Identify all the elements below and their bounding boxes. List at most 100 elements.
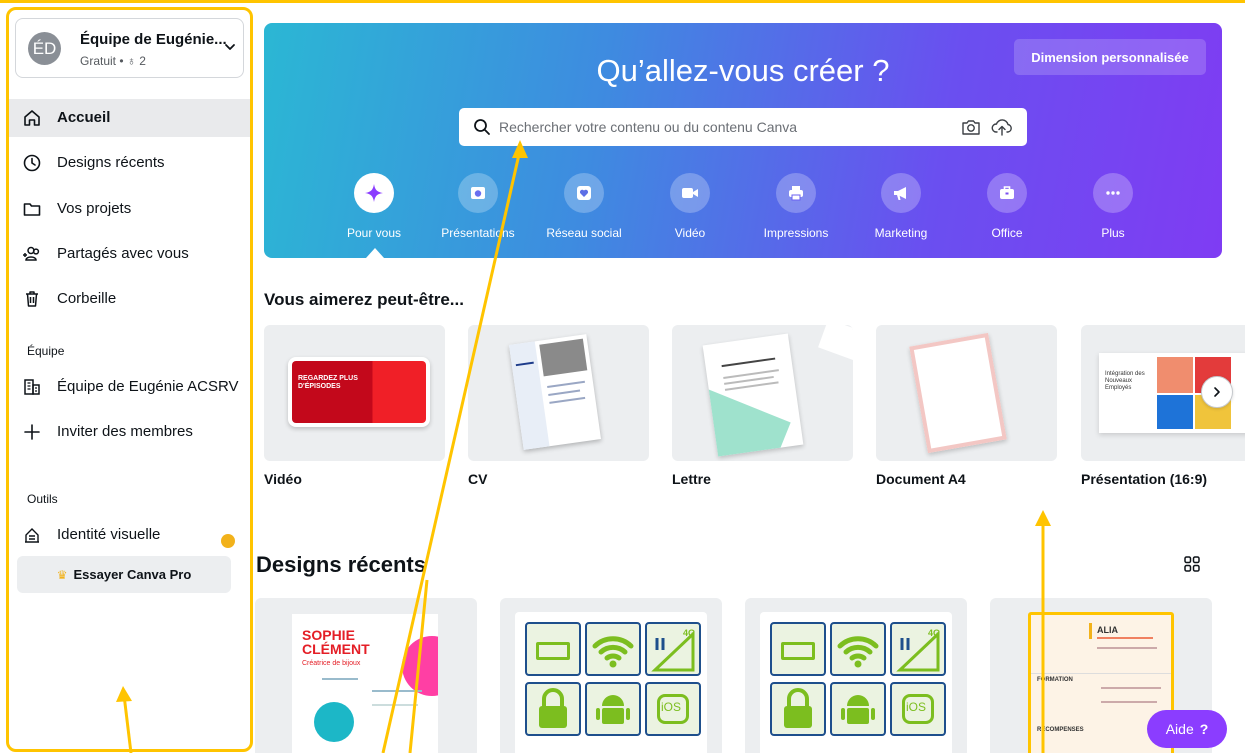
category-label: Pour vous <box>346 226 402 240</box>
team-name: Équipe de Eugénie... <box>80 31 227 48</box>
category-print[interactable]: Impressions <box>748 173 844 240</box>
suggestion-label: CV <box>468 471 488 487</box>
sidebar-item-brand-kit[interactable]: Identité visuelle <box>9 516 250 554</box>
android-icon <box>841 695 875 724</box>
megaphone-icon <box>894 187 906 200</box>
more-dots-icon <box>1106 191 1120 195</box>
building-icon <box>24 379 40 395</box>
search-icon <box>474 119 490 135</box>
suggestion-card-cv[interactable] <box>468 325 649 461</box>
custom-size-button[interactable]: Dimension personnalisée <box>1014 39 1206 75</box>
letter-thumbnail <box>702 333 804 457</box>
sidebar-item-home[interactable]: Accueil <box>9 99 250 137</box>
a4-thumbnail <box>909 332 1007 454</box>
category-marketing[interactable]: Marketing <box>853 173 949 240</box>
category-label: Plus <box>1101 226 1125 240</box>
home-icon <box>24 110 40 126</box>
briefcase-icon <box>1000 186 1014 199</box>
upload-cloud-icon[interactable] <box>991 117 1013 137</box>
video-thumb-text: REGARDEZ PLUS D'ÉPISODES <box>298 375 358 390</box>
cv-design-name: SOPHIE CLÉMENT <box>302 627 370 657</box>
try-pro-button[interactable]: ♛ Essayer Canva Pro <box>17 556 231 593</box>
icons-design-thumbnail: 4G iOS <box>760 612 952 753</box>
team-plan: Gratuit • ♁ 2 <box>80 54 146 68</box>
category-label: Marketing <box>874 226 928 240</box>
sparkle-icon <box>365 184 383 202</box>
category-label: Réseau social <box>546 226 622 240</box>
try-pro-label: Essayer Canva Pro <box>73 567 192 582</box>
category-for-you[interactable]: Pour vous <box>326 173 422 240</box>
sidebar-item-label: Designs récents <box>57 154 165 171</box>
suggestion-card-video[interactable]: REGARDEZ PLUS D'ÉPISODES <box>264 325 445 461</box>
next-carousel-button[interactable] <box>1201 376 1233 408</box>
android-icon <box>596 695 630 724</box>
cv-design-role: Créatrice de bijoux <box>302 660 361 667</box>
sidebar: ÉD Équipe de Eugénie... Gratuit • ♁ 2 Ac… <box>6 7 253 752</box>
team-section-title: Équipe <box>27 344 65 358</box>
sidebar-item-recent[interactable]: Designs récents <box>9 144 250 182</box>
cv-thumbnail <box>509 334 601 450</box>
resume-design-name: ALIA <box>1097 625 1118 635</box>
presentation-icon <box>471 187 485 199</box>
lock-icon <box>784 688 812 728</box>
sidebar-item-trash[interactable]: Corbeille <box>9 280 250 318</box>
sidebar-item-label: Accueil <box>57 109 111 126</box>
team-avatar: ÉD <box>28 32 61 65</box>
folder-icon <box>23 203 41 216</box>
recent-design-icons-1[interactable]: 4G iOS <box>500 598 722 753</box>
suggestion-label: Document A4 <box>876 471 966 487</box>
icons-design-thumbnail: 4G iOS <box>515 612 707 753</box>
sidebar-item-label: Partagés avec vous <box>57 245 189 262</box>
category-label: Présentations <box>441 226 515 240</box>
question-icon: ? <box>1199 721 1209 737</box>
highlight-top-edge <box>0 0 1245 3</box>
lock-icon <box>539 688 567 728</box>
wifi-icon <box>592 636 634 668</box>
sidebar-item-label: Inviter des membres <box>57 423 193 440</box>
recent-design-cv[interactable]: SOPHIE CLÉMENT Créatrice de bijoux <box>255 598 477 753</box>
grid-view-icon[interactable] <box>1183 555 1201 573</box>
search-input[interactable] <box>499 114 939 140</box>
invite-members-button[interactable]: Inviter des membres <box>9 413 250 451</box>
help-label: Aide <box>1165 721 1194 737</box>
shared-users-icon <box>23 246 40 261</box>
category-label: Office <box>991 226 1023 240</box>
sidebar-item-label: Vos projets <box>57 200 132 217</box>
ios-label: iOS <box>661 700 682 714</box>
crown-icon <box>221 534 235 548</box>
sidebar-item-label: Identité visuelle <box>57 526 161 543</box>
suggestion-label: Vidéo <box>264 471 302 487</box>
suggestion-card-letter[interactable] <box>672 325 853 461</box>
category-label: Vidéo <box>674 226 706 240</box>
presentation-thumb-text: Intégration des Nouveaux Employés <box>1105 371 1145 391</box>
sidebar-item-shared[interactable]: Partagés avec vous <box>9 235 250 273</box>
tools-section-title: Outils <box>27 492 58 506</box>
suggestion-card-a4[interactable] <box>876 325 1057 461</box>
category-video[interactable]: Vidéo <box>642 173 738 240</box>
video-camera-icon <box>682 188 698 198</box>
category-label: Impressions <box>763 226 829 240</box>
printer-icon <box>789 186 803 201</box>
create-hero-banner: Qu’allez-vous créer ? Dimension personna… <box>264 23 1222 258</box>
sidebar-item-team[interactable]: Équipe de Eugénie ACSRV <box>9 368 250 406</box>
sidebar-item-label: Équipe de Eugénie ACSRV <box>57 378 239 395</box>
category-social-media[interactable]: Réseau social <box>536 173 632 240</box>
resume-section-awards: RÉCOMPENSES <box>1037 727 1084 733</box>
cv-design-thumbnail: SOPHIE CLÉMENT Créatrice de bijoux <box>292 614 438 753</box>
category-more[interactable]: Plus <box>1065 173 1161 240</box>
team-switcher[interactable]: ÉD Équipe de Eugénie... Gratuit • ♁ 2 <box>15 18 244 78</box>
clock-icon <box>23 154 41 172</box>
ios-label: iOS <box>906 700 927 714</box>
wifi-icon <box>837 636 879 668</box>
signal-4g-label: 4G <box>683 628 696 638</box>
sidebar-item-projects[interactable]: Vos projets <box>9 190 250 228</box>
active-category-pointer <box>366 248 384 258</box>
category-office[interactable]: Office <box>959 173 1055 240</box>
chevron-right-icon <box>1214 387 1220 397</box>
plus-icon <box>24 424 40 440</box>
category-presentations[interactable]: Présentations <box>430 173 526 240</box>
help-button[interactable]: Aide ? <box>1147 710 1227 748</box>
sidebar-item-label: Corbeille <box>57 290 117 307</box>
camera-icon[interactable] <box>961 118 981 136</box>
recent-design-icons-2[interactable]: 4G iOS <box>745 598 967 753</box>
